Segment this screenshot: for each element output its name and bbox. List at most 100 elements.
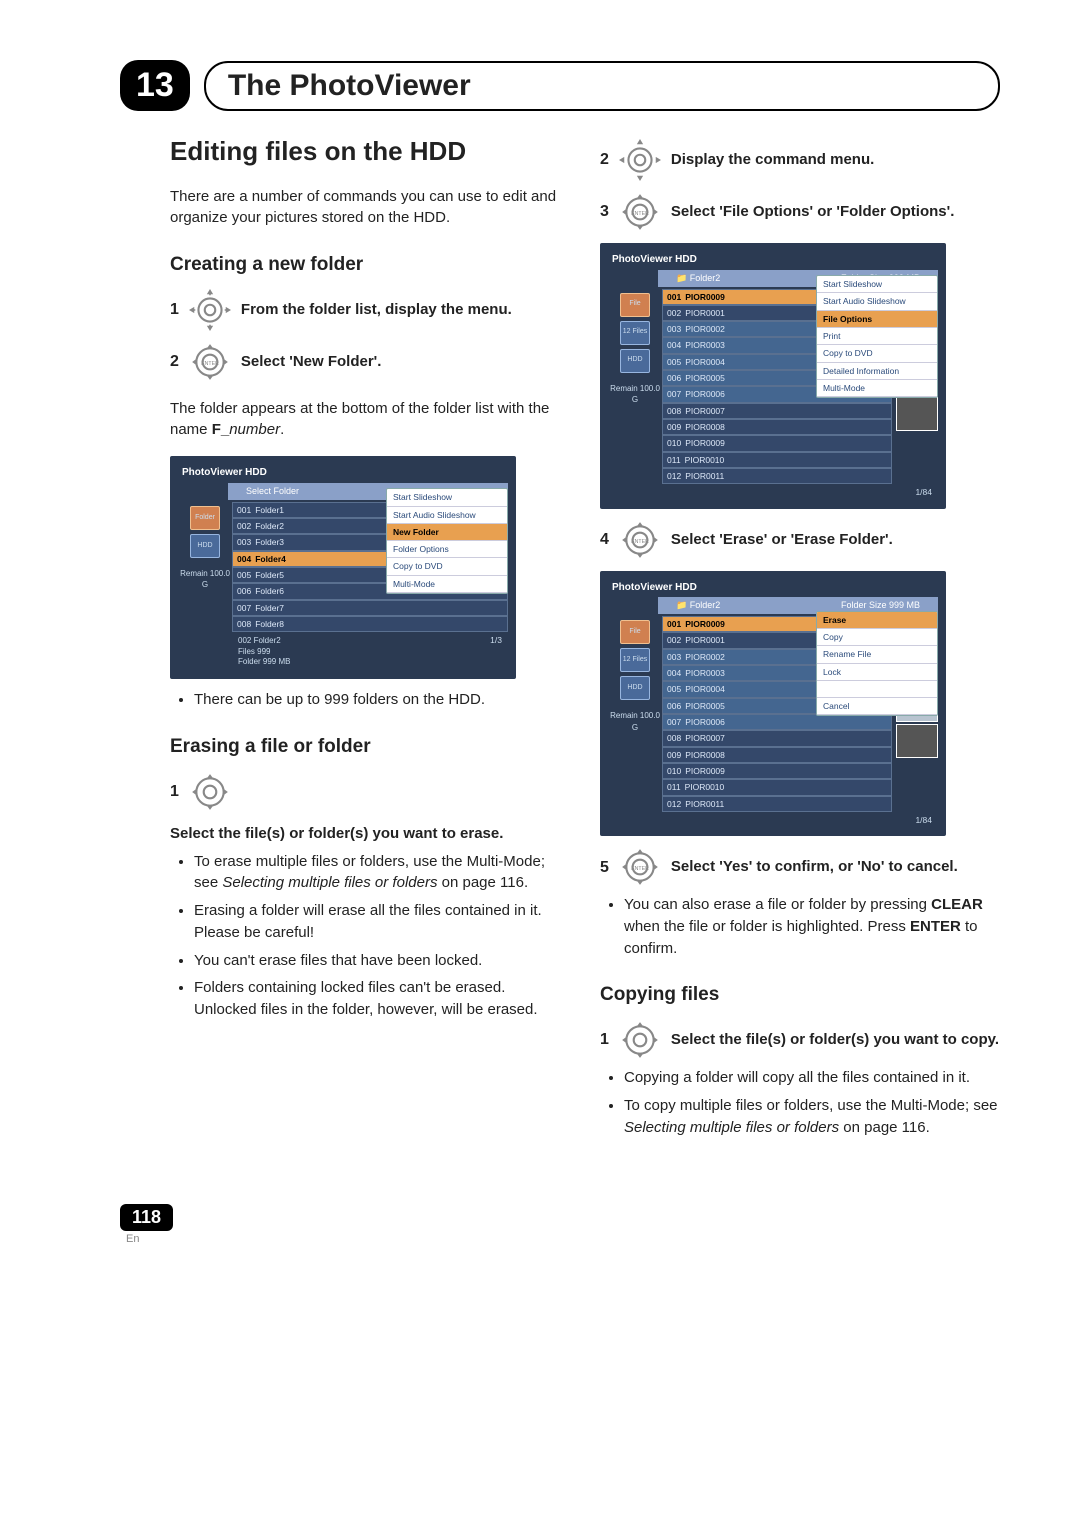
right-step-5: 5 ENTER Select 'Yes' to confirm, or 'No'… [600, 846, 1000, 888]
ss-side-icon: 12 Files [620, 648, 650, 672]
ss-menu-item: Copy [817, 629, 937, 646]
page-number: 118 [120, 1204, 173, 1231]
enter-icon: ENTER [619, 846, 661, 888]
right-step-3: 3 ENTER Select 'File Options' or 'Folder… [600, 191, 1000, 233]
copy-bullets: Copying a folder will copy all the files… [610, 1067, 1000, 1138]
erase-step-1: 1 Select the file(s) or folder(s) you wa… [170, 771, 570, 845]
step-text: Select 'New Folder'. [241, 351, 382, 373]
ss-menu-item: Multi-Mode [387, 576, 507, 593]
ss-remain: Remain 100.0 G [180, 568, 230, 591]
step-number: 2 [170, 350, 179, 373]
ss-menu-item [817, 681, 937, 698]
screenshot-erase: PhotoViewer HDD 📁 Folder2Folder Size 999… [600, 571, 946, 837]
step-text: Select the file(s) or folder(s) you want… [671, 1029, 999, 1051]
step-text: Display the command menu. [671, 149, 874, 171]
ss-side-icon: File [620, 293, 650, 317]
chapter-header: 13 The PhotoViewer [120, 60, 1000, 111]
ss-file-row: 007Folder7 [232, 600, 508, 616]
step-text: Select 'Erase' or 'Erase Folder'. [671, 529, 893, 551]
ss-title: PhotoViewer HDD [608, 251, 938, 270]
enter-icon: ENTER [619, 191, 661, 233]
ss-file-row: 010PIOR0009 [662, 763, 892, 779]
bullet: Erasing a folder will erase all the file… [194, 900, 570, 944]
ss-menu-item: Folder Options [387, 541, 507, 558]
chapter-number-badge: 13 [120, 60, 190, 111]
step-number: 1 [170, 780, 179, 803]
right-column: 2 Display the command menu. 3 ENTER Sele… [600, 129, 1000, 1144]
ss-file-row: 012PIOR0011 [662, 796, 892, 812]
chapter-title: The PhotoViewer [228, 69, 471, 102]
ss-file-row: 008PIOR0007 [662, 403, 892, 419]
ss-menu-item: Copy to DVD [387, 558, 507, 575]
ss-menu-item: Start Slideshow [817, 276, 937, 293]
ss-menu-item: File Options [817, 311, 937, 328]
create-step-2: 2 ENTER Select 'New Folder'. [170, 341, 570, 383]
ss-menu-item: Cancel [817, 698, 937, 715]
subsection-erase: Erasing a file or folder [170, 733, 570, 761]
step-number: 1 [170, 298, 179, 321]
ss-menu-item: Rename File [817, 646, 937, 663]
bullet: To erase multiple files or folders, use … [194, 851, 570, 895]
ss-file-row: 009PIOR0008 [662, 419, 892, 435]
screenshot-file-options: PhotoViewer HDD 📁 Folder2Folder Size 999… [600, 243, 946, 509]
step-text: Select the file(s) or folder(s) you want… [170, 823, 503, 845]
step-number: 3 [600, 200, 609, 223]
ss-menu-item: Copy to DVD [817, 345, 937, 362]
ss-side-icon: HDD [190, 534, 220, 558]
svg-text:ENTER: ENTER [201, 361, 219, 367]
ss-menu-item: Start Audio Slideshow [817, 293, 937, 310]
step-number: 4 [600, 528, 609, 551]
step-number: 5 [600, 856, 609, 879]
create-step-1: 1 From the folder list, display the menu… [170, 289, 570, 331]
ss-menu-item: Start Slideshow [387, 489, 507, 506]
ss-page-indicator: 1/84 [915, 486, 932, 498]
ss-remain: Remain 100.0 G [610, 383, 660, 406]
bullet: Folders containing locked files can't be… [194, 977, 570, 1021]
confirm-bullets: You can also erase a file or folder by p… [610, 894, 1000, 959]
step-number: 1 [600, 1028, 609, 1051]
ss-menu-item: Multi-Mode [817, 380, 937, 397]
page-language: En [126, 1233, 1000, 1245]
ss-file-row: 012PIOR0011 [662, 468, 892, 484]
ss-file-row: 011PIOR0010 [662, 779, 892, 795]
ss-menu-item: Detailed Information [817, 363, 937, 380]
svg-text:ENTER: ENTER [631, 211, 649, 217]
ss-page-indicator: 1/84 [915, 814, 932, 826]
ss-menu-item: New Folder [387, 524, 507, 541]
page-footer: 118 En [120, 1204, 1000, 1245]
ss-title: PhotoViewer HDD [608, 579, 938, 598]
dpad-icon [619, 139, 661, 181]
intro-text: There are a number of commands you can u… [170, 186, 570, 230]
ss-menu-item: Erase [817, 612, 937, 629]
step-text: Select 'Yes' to confirm, or 'No' to canc… [671, 856, 958, 878]
left-column: Editing files on the HDD There are a num… [170, 129, 570, 1144]
chapter-title-pill: The PhotoViewer [204, 61, 1000, 111]
dpad-icon [189, 289, 231, 331]
copy-step-1: 1 Select the file(s) or folder(s) you wa… [600, 1019, 1000, 1061]
bullet: To copy multiple files or folders, use t… [624, 1095, 1000, 1139]
ss-side-icon: File [620, 620, 650, 644]
ss-file-row: 011PIOR0010 [662, 452, 892, 468]
ss-side-icon: HDD [620, 349, 650, 373]
subsection-copy: Copying files [600, 981, 1000, 1009]
ss-menu-item: Start Audio Slideshow [387, 507, 507, 524]
select-icon [619, 1019, 661, 1061]
bullet: You can't erase files that have been loc… [194, 950, 570, 972]
step-number: 2 [600, 148, 609, 171]
create-step-2-body: The folder appears at the bottom of the … [170, 398, 570, 442]
select-icon [189, 771, 231, 813]
step-text: From the folder list, display the menu. [241, 299, 512, 321]
ss-side-icon: HDD [620, 676, 650, 700]
bullet: Copying a folder will copy all the files… [624, 1067, 1000, 1089]
enter-icon: ENTER [189, 341, 231, 383]
ss-file-row: 010PIOR0009 [662, 435, 892, 451]
enter-icon: ENTER [619, 519, 661, 561]
ss-menu-item: Lock [817, 664, 937, 681]
step-text: Select 'File Options' or 'Folder Options… [671, 201, 954, 223]
ss-side-icon: 12 Files [620, 321, 650, 345]
bullet: You can also erase a file or folder by p… [624, 894, 1000, 959]
ss-side-icon: Folder [190, 506, 220, 530]
ss-remain: Remain 100.0 G [610, 710, 660, 733]
ss-file-row: 008Folder8 [232, 616, 508, 632]
bullet: There can be up to 999 folders on the HD… [194, 689, 570, 711]
